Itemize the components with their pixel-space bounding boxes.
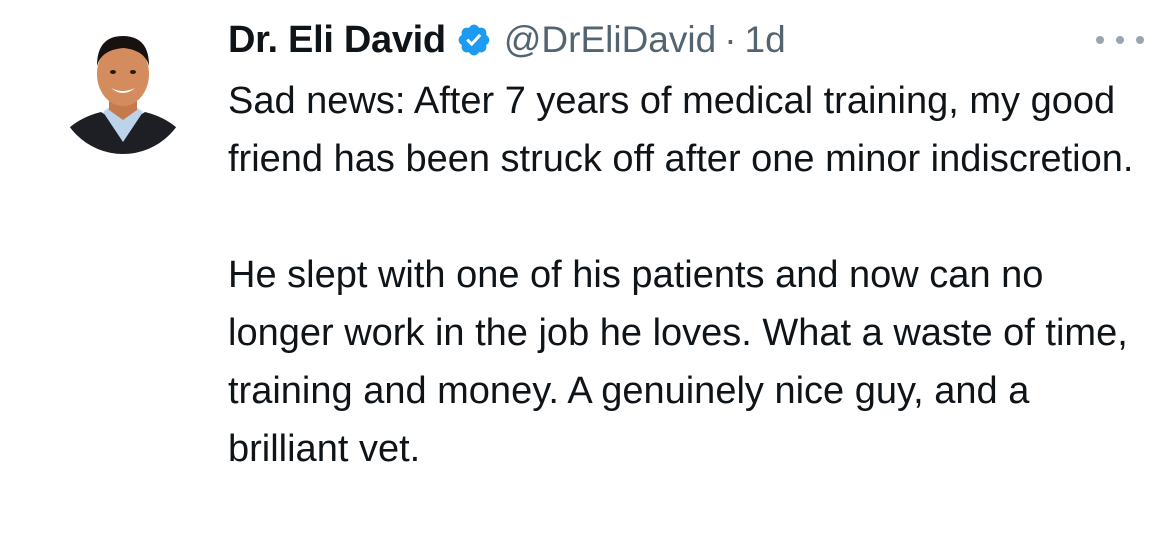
separator-dot: · [724,19,737,60]
tweet-paragraph-2: He slept with one of his patients and no… [228,254,1128,470]
profile-photo-icon [57,22,189,154]
tweet-body: Sad news: After 7 years of medical train… [228,72,1158,478]
tweet-paragraph-1: Sad news: After 7 years of medical train… [228,80,1134,180]
user-handle[interactable]: @DrEliDavid [504,19,716,61]
more-dot [1136,36,1144,44]
tweet-card[interactable]: Dr. Eli David @DrEliDavid · 1d Sad news:… [0,0,1170,545]
more-dot [1096,36,1104,44]
timestamp[interactable]: 1d [745,19,786,61]
display-name[interactable]: Dr. Eli David [228,19,446,62]
more-dot [1116,36,1124,44]
verified-badge-icon [456,22,492,58]
avatar[interactable] [57,22,189,154]
tweet-header: Dr. Eli David @DrEliDavid · 1d [228,14,786,66]
more-horizontal-icon[interactable] [1096,30,1144,50]
